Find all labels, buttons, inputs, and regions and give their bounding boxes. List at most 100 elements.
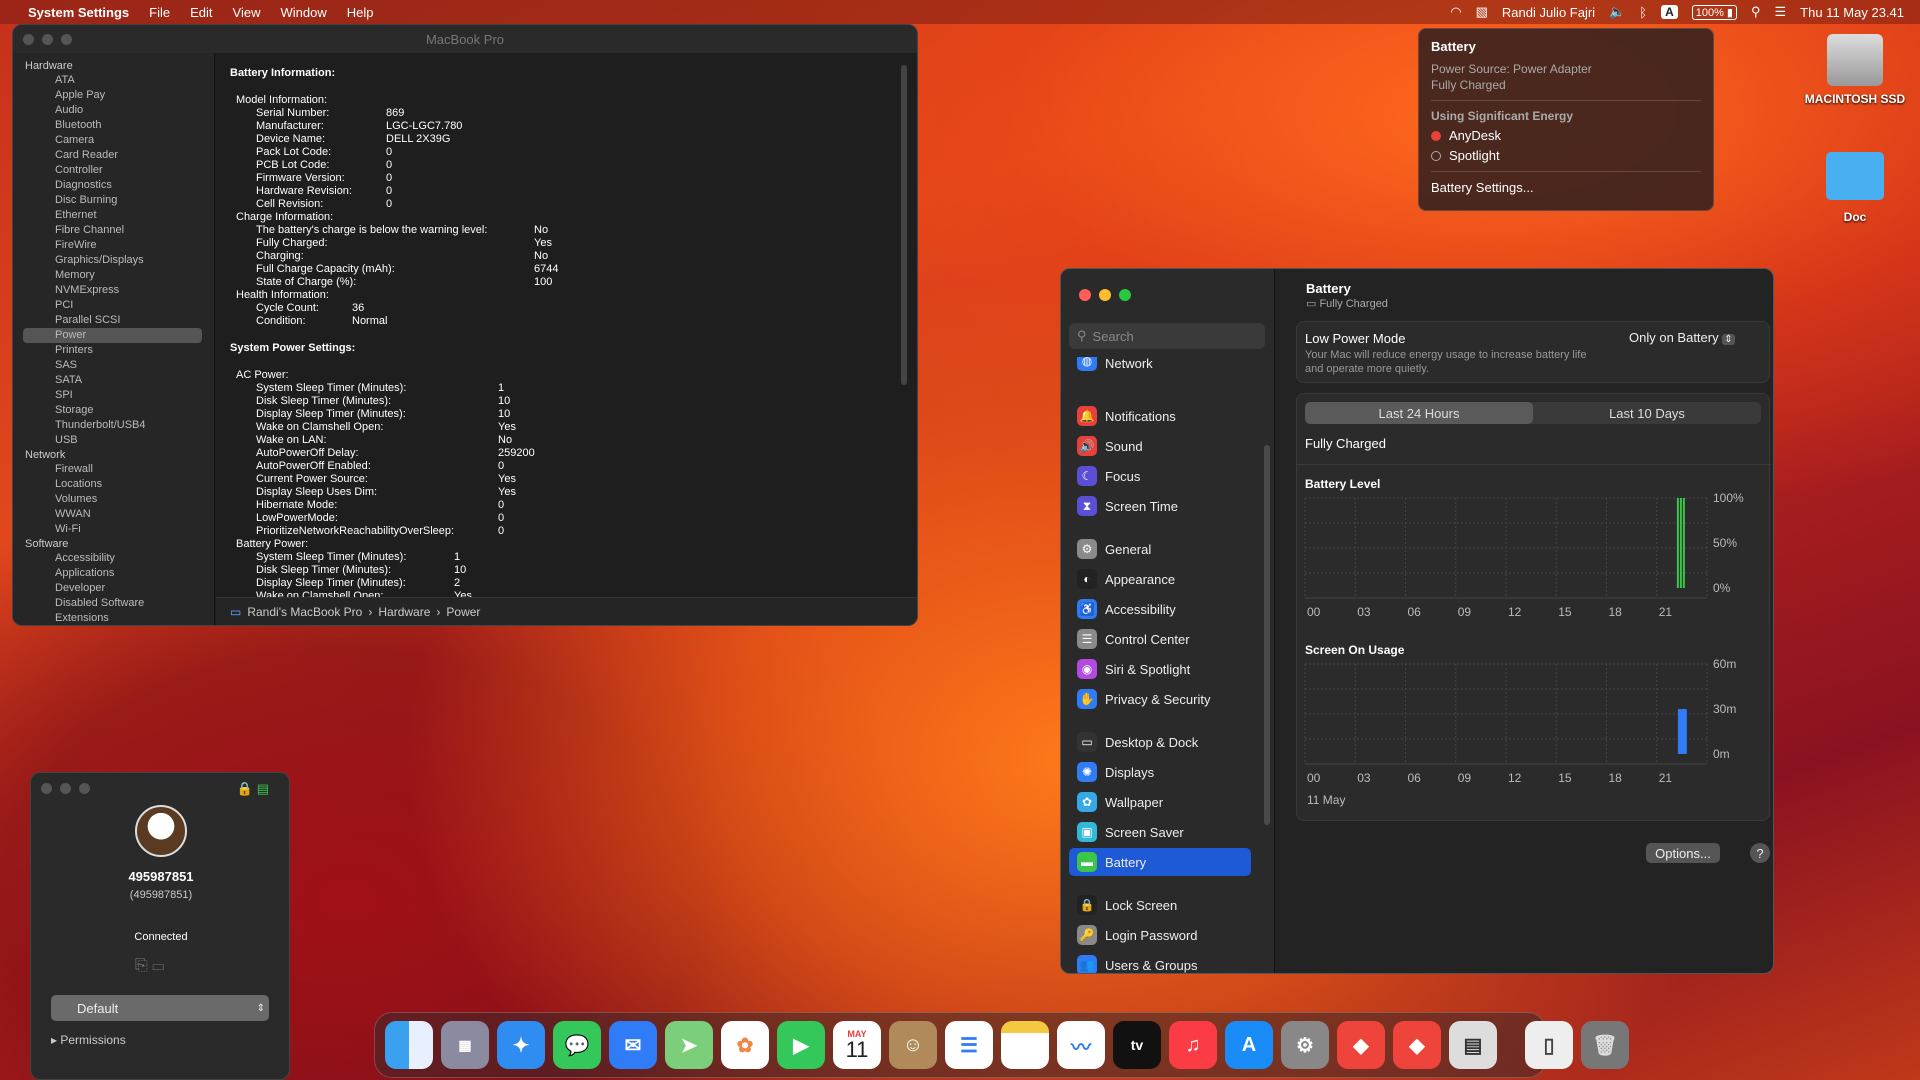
safari-icon[interactable]: ✦ (497, 1021, 545, 1069)
photos-icon[interactable]: ✿ (721, 1021, 769, 1069)
sidebar-item-notifications[interactable]: 🔔 Notifications (1069, 402, 1251, 430)
contacts-icon[interactable]: ☺ (889, 1021, 937, 1069)
sidebar-item[interactable]: Camera (13, 133, 214, 148)
sidebar-group[interactable]: Hardware (13, 59, 214, 73)
sidebar-item[interactable]: ATA (13, 73, 214, 88)
menu-help[interactable]: Help (337, 5, 384, 20)
sidebar-item[interactable]: NVMExpress (13, 283, 214, 298)
sidebar-group[interactable]: Network (13, 448, 214, 462)
sidebar-item[interactable]: PCI (13, 298, 214, 313)
sidebar-item-siri-spotlight[interactable]: ◉ Siri & Spotlight (1069, 655, 1251, 683)
sidebar-item[interactable]: Power (23, 328, 202, 343)
sidebar-item[interactable]: SAS (13, 358, 214, 373)
sidebar-item-control-center[interactable]: ☰ Control Center (1069, 625, 1251, 653)
sidebar-item-lock-screen[interactable]: 🔒 Lock Screen (1069, 891, 1251, 919)
sidebar-item[interactable]: USB (13, 433, 214, 448)
sidebar-item-login-password[interactable]: 🔑 Login Password (1069, 921, 1251, 949)
path-item[interactable]: Power (446, 605, 480, 619)
minimize-button[interactable] (1099, 289, 1111, 301)
energy-app-spotlight[interactable]: Spotlight (1431, 148, 1701, 163)
sidebar-item[interactable]: Developer (13, 581, 214, 596)
path-item[interactable]: Randi's MacBook Pro (247, 605, 362, 619)
sidebar-item-network[interactable]: ◍ Network (1069, 357, 1251, 371)
mail-icon[interactable]: ✉ (609, 1021, 657, 1069)
menu-view[interactable]: View (223, 5, 271, 20)
sidebar-item[interactable]: Firewall (13, 462, 214, 477)
battery-status[interactable]: 100% ▮ (1691, 4, 1737, 20)
volume-icon[interactable]: 🔈 (1609, 4, 1625, 20)
sidebar-item[interactable]: Accessibility (13, 551, 214, 566)
chat-icon[interactable]: ▭ (152, 957, 164, 974)
scrollbar[interactable] (901, 65, 907, 385)
sidebar-item[interactable]: Printers (13, 343, 214, 358)
freeform-icon[interactable]: 〰 (1057, 1021, 1105, 1069)
sidebar-item[interactable]: Card Reader (13, 148, 214, 163)
profile-select[interactable]: Default ⇕ (51, 995, 269, 1021)
sidebar-item[interactable]: Apple Pay (13, 88, 214, 103)
menu-app-name[interactable]: System Settings (20, 5, 139, 20)
sidebar-item[interactable]: WWAN (13, 507, 214, 522)
energy-app-anydesk[interactable]: AnyDesk (1431, 128, 1701, 143)
desktop-folder[interactable]: Doc (1820, 152, 1890, 224)
anydesk-alt-icon[interactable]: ◆ (1393, 1021, 1441, 1069)
options-button[interactable]: Options... (1646, 843, 1720, 863)
sidebar-item[interactable]: Controller (13, 163, 214, 178)
wifi-icon[interactable]: ◠ (1450, 4, 1461, 20)
reminders-icon[interactable]: ☰ (945, 1021, 993, 1069)
settings-search-field[interactable]: ⚲ Search (1069, 323, 1265, 349)
sidebar-item-battery[interactable]: ▬ Battery (1069, 848, 1251, 876)
sidebar-item-appearance[interactable]: ◐ Appearance (1069, 565, 1251, 593)
notes-icon[interactable] (1001, 1021, 1049, 1069)
sidebar-item-sound[interactable]: 🔊 Sound (1069, 432, 1251, 460)
sidebar-item[interactable]: Locations (13, 477, 214, 492)
sidebar-item[interactable]: Diagnostics (13, 178, 214, 193)
close-button[interactable] (41, 783, 52, 794)
sidebar-item-wallpaper[interactable]: ✿ Wallpaper (1069, 788, 1251, 816)
sidebar-item[interactable]: Volumes (13, 492, 214, 507)
sidebar-item[interactable]: Ethernet (13, 208, 214, 223)
system-information-icon[interactable]: ▤ (1449, 1021, 1497, 1069)
sidebar-item[interactable]: Graphics/Displays (13, 253, 214, 268)
sidebar-item[interactable]: Memory (13, 268, 214, 283)
desktop-disk[interactable]: MACINTOSH SSD (1798, 34, 1912, 106)
sidebar-item[interactable]: Disc Burning (13, 193, 214, 208)
app-store-icon[interactable]: A (1225, 1021, 1273, 1069)
menu-window[interactable]: Window (270, 5, 336, 20)
menubar-clock[interactable]: Thu 11 May 23.41 (1800, 5, 1904, 20)
menu-file[interactable]: File (139, 5, 180, 20)
maps-icon[interactable]: ➤ (665, 1021, 713, 1069)
tab-last-24-hours[interactable]: Last 24 Hours (1305, 402, 1533, 424)
apple-tv-icon[interactable]: tv (1113, 1021, 1161, 1069)
sidebar-item[interactable]: Disabled Software (13, 596, 214, 611)
zoom-button[interactable] (1119, 289, 1131, 301)
sidebar-item[interactable]: Wi-Fi (13, 522, 214, 537)
documents-stack-icon[interactable]: ▯ (1525, 1021, 1573, 1069)
menu-edit[interactable]: Edit (180, 5, 222, 20)
path-item[interactable]: Hardware (378, 605, 430, 619)
messages-icon[interactable]: 💬 (553, 1021, 601, 1069)
music-icon[interactable]: ♫ (1169, 1021, 1217, 1069)
anydesk-icon[interactable]: ◆ (1337, 1021, 1385, 1069)
minimize-button[interactable] (60, 783, 71, 794)
close-button[interactable] (1079, 289, 1091, 301)
sidebar-group[interactable]: Software (13, 537, 214, 551)
minimize-button[interactable] (42, 34, 53, 45)
search-icon[interactable]: ⚲ (1751, 4, 1761, 20)
sidebar-item-privacy-security[interactable]: ✋ Privacy & Security (1069, 685, 1251, 713)
help-button[interactable]: ? (1750, 843, 1770, 863)
sidebar-item-accessibility[interactable]: ♿ Accessibility (1069, 595, 1251, 623)
activity-icon[interactable]: ▧ (1476, 4, 1488, 20)
sidebar-item[interactable]: Parallel SCSI (13, 313, 214, 328)
low-power-mode-select[interactable]: Only on Battery ⇕ (1629, 330, 1735, 345)
sidebar-item[interactable]: SPI (13, 388, 214, 403)
bluetooth-icon[interactable]: ᛒ (1639, 5, 1647, 20)
zoom-button[interactable] (79, 783, 90, 794)
sidebar-item-focus[interactable]: ☾ Focus (1069, 462, 1251, 490)
zoom-button[interactable] (61, 34, 72, 45)
sidebar-item[interactable]: Fibre Channel (13, 223, 214, 238)
sidebar-item-screen-time[interactable]: ⧗ Screen Time (1069, 492, 1251, 520)
sidebar-item-screen-saver[interactable]: ▣ Screen Saver (1069, 818, 1251, 846)
finder-icon[interactable] (385, 1021, 433, 1069)
battery-settings-link[interactable]: Battery Settings... (1431, 180, 1701, 195)
sidebar-item-desktop-dock[interactable]: ▭ Desktop & Dock (1069, 728, 1251, 756)
